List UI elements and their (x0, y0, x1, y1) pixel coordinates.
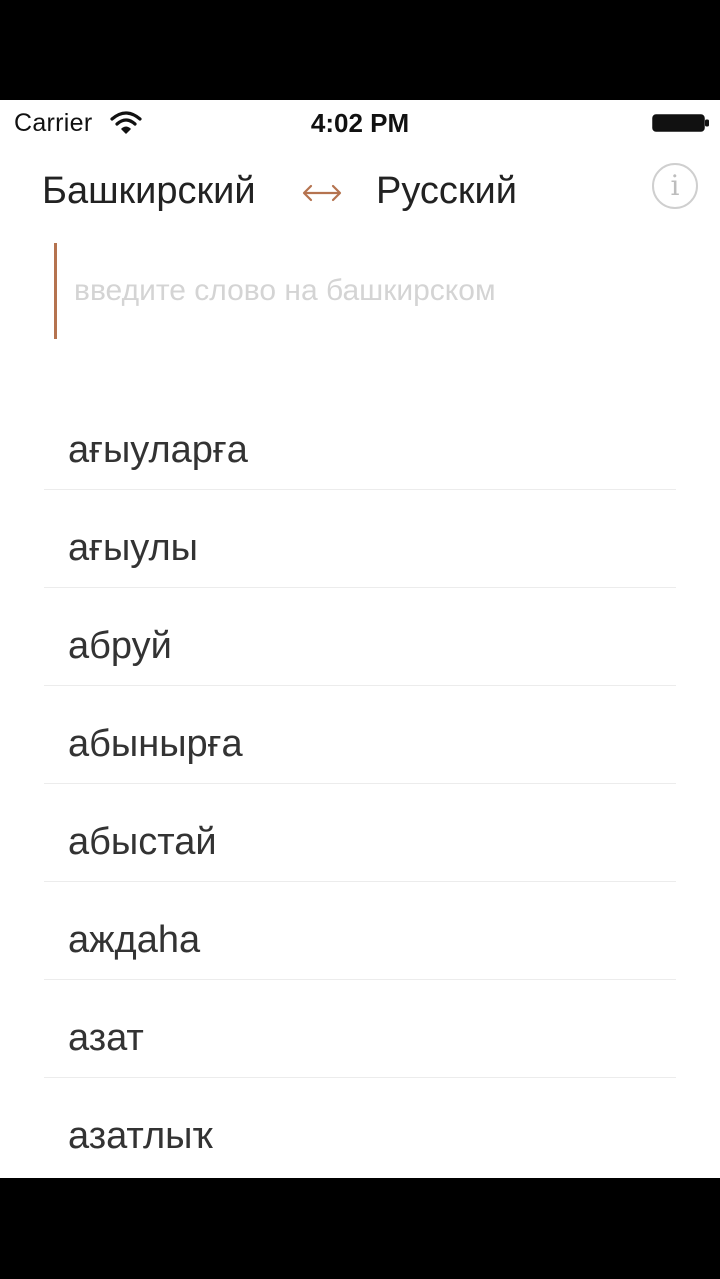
source-language-label[interactable]: Башкирский (42, 170, 256, 213)
word-list-item[interactable]: абынырға (44, 686, 676, 784)
word-list-item[interactable]: азат (44, 980, 676, 1078)
search-input[interactable] (74, 269, 654, 313)
search-field[interactable] (54, 243, 674, 339)
status-bar: Carrier 4:02 PM (0, 100, 720, 146)
word-list-item[interactable]: азатлыҡ (44, 1078, 676, 1176)
left-right-arrow-icon[interactable] (300, 180, 344, 206)
info-icon-glyph: i (670, 169, 680, 202)
word-list-item[interactable]: абыстай (44, 784, 676, 882)
word-list-item[interactable]: ағыулы (44, 490, 676, 588)
word-list: ағыуларға ағыулы абруй абынырға абыстай аждаһ… (44, 392, 676, 1176)
word-label: абруй (68, 625, 172, 667)
word-label: абыстай (68, 821, 217, 863)
word-label: аждаһа (68, 919, 201, 961)
search-cursor-bar (54, 243, 57, 339)
word-list-item[interactable]: абруй (44, 588, 676, 686)
word-label: ағыуларға (68, 429, 248, 471)
word-label: азатлыҡ (68, 1115, 213, 1157)
word-label: азат (68, 1017, 144, 1059)
word-list-item[interactable]: аждаһа (44, 882, 676, 980)
word-label: абынырға (68, 723, 243, 765)
info-icon[interactable]: i (652, 163, 698, 209)
word-label: ағыулы (68, 527, 198, 569)
app-screen: Carrier 4:02 PM Башкирский Русский i ағы… (0, 100, 720, 1178)
status-time: 4:02 PM (310, 108, 410, 138)
word-list-item[interactable]: ағыуларға (44, 392, 676, 490)
target-language-label[interactable]: Русский (376, 170, 517, 213)
battery-icon (652, 114, 709, 132)
